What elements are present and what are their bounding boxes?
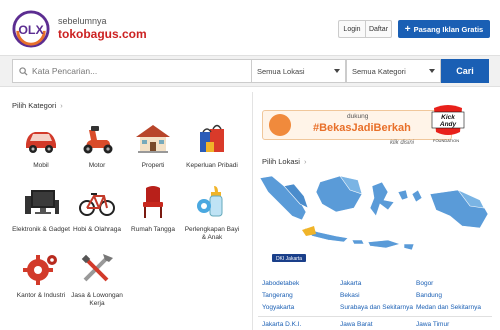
click-here-link[interactable]: klik disini [390, 140, 414, 146]
location-link[interactable]: Bekasi [340, 292, 360, 299]
banner-subtitle: dukung [347, 113, 369, 120]
chevron-right-icon: › [303, 157, 307, 166]
bicycle-icon [79, 193, 115, 216]
olx-logo[interactable]: OLX [12, 10, 50, 48]
foundation-label: FOUNDATION [433, 138, 460, 143]
category-label: Motor [88, 162, 106, 169]
location-link[interactable]: Jabodetabek [262, 280, 299, 287]
location-link[interactable]: Bandung [416, 292, 442, 299]
category-label: Mobil [33, 162, 49, 169]
locations-heading: Pilih Lokasi › [262, 157, 306, 166]
search-placeholder: Kata Pencarian... [32, 66, 98, 76]
post-ad-button[interactable]: + Pasang Iklan Gratis [398, 20, 490, 38]
house-icon [136, 125, 170, 153]
map-selected-region-label: DKI Jakarta [276, 256, 302, 262]
category-label: Elektronik & Gadget [12, 226, 70, 233]
location-select[interactable]: Semua Lokasi [251, 59, 346, 83]
scooter-icon [83, 126, 113, 154]
category-label: Rumah Tangga [131, 226, 175, 233]
category-label: Kantor & Industri [16, 292, 66, 299]
location-link[interactable]: Jawa Timur [416, 321, 449, 328]
locations-heading-label: Pilih Lokasi [262, 157, 300, 166]
baby-bottle-icon [197, 186, 223, 217]
category-bayi-anak[interactable]: Perlengkapan Bayi & Anak [183, 184, 241, 242]
category-label: Hobi & Olahraga [72, 226, 122, 233]
post-ad-label: Pasang Iklan Gratis [413, 24, 484, 34]
register-button[interactable]: Daftar [365, 20, 392, 38]
banner-body: dukung #BekasJadiBerkah [262, 110, 452, 140]
category-properti[interactable]: Properti [124, 120, 182, 170]
category-elektronik[interactable]: Elektronik & Gadget [12, 184, 70, 234]
andy-line: Andy [439, 121, 457, 128]
panel-divider [252, 92, 253, 330]
computer-icon [25, 190, 59, 214]
location-link[interactable]: Surabaya dan Sekitarnya [340, 304, 413, 311]
chevron-down-icon [334, 69, 340, 73]
kick-line: Kick [441, 114, 455, 121]
svg-text:OLX: OLX [18, 23, 44, 37]
tagline-previously: sebelumnya [58, 16, 107, 26]
category-label: Properti [141, 162, 165, 169]
category-rumah-tangga[interactable]: Rumah Tangga [124, 184, 182, 234]
category-motor[interactable]: Motor [68, 120, 126, 170]
site-header: OLX sebelumnya tokobagus.com Login Dafta… [0, 0, 500, 55]
category-label: Jasa & Lowongan Kerja [71, 292, 123, 307]
tools-icon [81, 254, 113, 282]
search-input[interactable]: Kata Pencarian... [12, 59, 252, 83]
chair-icon [143, 186, 163, 218]
location-link[interactable]: Medan dan Sekitarnya [416, 304, 481, 311]
category-mobil[interactable]: Mobil [12, 120, 70, 170]
location-link[interactable]: Yogyakarta [262, 304, 294, 311]
category-select[interactable]: Semua Kategori [346, 59, 441, 83]
category-label: Perlengkapan Bayi & Anak [184, 226, 240, 241]
category-hobi[interactable]: Hobi & Olahraga [68, 184, 126, 234]
gear-icon [23, 255, 57, 285]
hands-heart-icon [269, 114, 291, 136]
car-icon [26, 132, 56, 153]
chevron-right-icon: › [60, 101, 63, 110]
location-link[interactable]: Bogor [416, 280, 433, 287]
banner-hashtag: #BekasJadiBerkah [313, 122, 411, 134]
login-button[interactable]: Login [338, 20, 365, 38]
category-keperluan-pribadi[interactable]: Keperluan Pribadi [183, 120, 241, 170]
location-link[interactable]: Jakarta [340, 280, 361, 287]
location-select-value: Semua Lokasi [257, 66, 305, 76]
category-kantor[interactable]: Kantor & Industri [12, 250, 70, 300]
categories-heading: Pilih Kategori › [12, 101, 63, 110]
category-jasa-lowongan[interactable]: Jasa & Lowongan Kerja [68, 250, 126, 308]
plus-icon: + [404, 23, 411, 35]
chevron-down-icon [429, 69, 435, 73]
location-link[interactable]: Tangerang [262, 292, 293, 299]
indonesia-map[interactable]: DKI Jakarta [258, 172, 492, 272]
search-button[interactable]: Cari [441, 59, 489, 83]
shopping-bag-icon [200, 124, 224, 152]
location-link[interactable]: Jakarta D.K.I. [262, 321, 301, 328]
location-link[interactable]: Jawa Barat [340, 321, 373, 328]
category-label: Keperluan Pribadi [186, 162, 238, 169]
charity-banner[interactable]: dukung #BekasJadiBerkah Kick Andy FOUNDA… [262, 102, 490, 146]
search-icon [19, 66, 28, 76]
kick-andy-text: Kick Andy [431, 114, 465, 128]
search-bar: Kata Pencarian... Semua Lokasi Semua Kat… [0, 55, 500, 87]
location-divider [258, 316, 492, 317]
category-select-value: Semua Kategori [352, 66, 406, 76]
categories-heading-label: Pilih Kategori [12, 101, 57, 110]
tagline-tokobagus: tokobagus.com [58, 27, 147, 41]
